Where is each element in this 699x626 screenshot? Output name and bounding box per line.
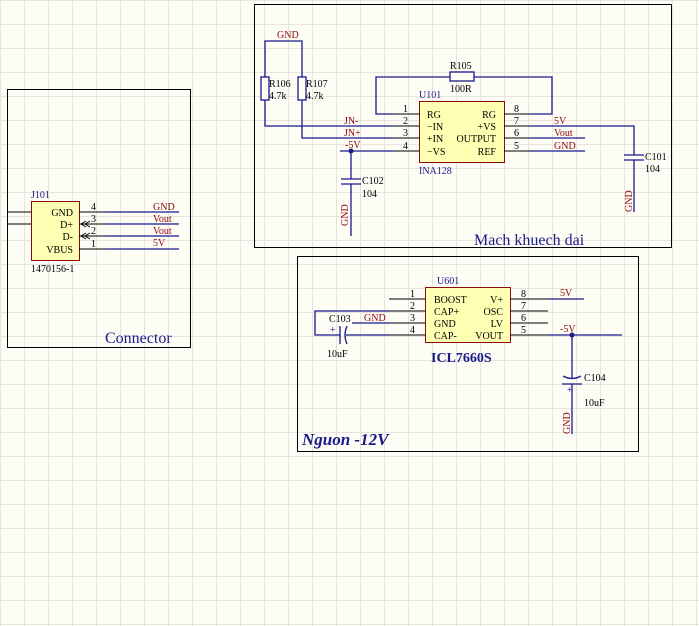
net-label: 5V (560, 288, 573, 299)
net-label: GND (364, 313, 386, 324)
pin-number: 4 (91, 202, 96, 213)
r106-value: 4.7k (269, 91, 287, 102)
pin-name: VBUS (46, 245, 73, 256)
pin-name: OSC (484, 307, 504, 318)
pin-name: BOOST (434, 295, 467, 306)
net-label: -5V (345, 140, 361, 151)
u601-component[interactable]: U601 ICL7660S BOOST CAP+ GND CAP- V+ OSC… (425, 276, 511, 366)
pin-number: 4 (403, 141, 408, 152)
pin-name: GND (51, 208, 73, 219)
c104-component[interactable]: + C104 10uF (562, 373, 606, 409)
pin-name: RG (482, 110, 496, 121)
pin-name: LV (491, 319, 504, 330)
pin-name: D- (62, 232, 73, 243)
pin-number: 3 (403, 128, 408, 139)
c104-designator: C104 (584, 373, 606, 384)
j101-designator: J101 (31, 190, 50, 201)
pin-name: D+ (60, 220, 73, 231)
power-sheet: Nguon -12V U601 ICL7660S BOOST CAP+ GND … (297, 256, 639, 452)
net-label: GND (624, 190, 635, 212)
c103-value: 10uF (327, 349, 348, 360)
pin-number: 5 (521, 325, 526, 336)
r107-designator: R107 (306, 79, 328, 90)
u601-designator: U601 (437, 276, 459, 287)
net-label: Vout (153, 226, 172, 237)
pin-number: 8 (514, 104, 519, 115)
r106-component[interactable]: R106 4.7k (260, 76, 291, 102)
pin-number: 2 (403, 116, 408, 127)
u601-part: ICL7660S (431, 351, 492, 366)
pin-name: REF (478, 147, 497, 158)
pin-number: 7 (514, 116, 519, 127)
net-label: JN- (344, 116, 358, 127)
net-label: GND (554, 141, 576, 152)
pin-name: −IN (427, 122, 443, 133)
pin-number: 5 (514, 141, 519, 152)
pin-number: 6 (521, 313, 526, 324)
net-label: GND (562, 412, 573, 434)
c101-value: 104 (645, 164, 660, 175)
pin-name: V+ (490, 295, 503, 306)
u101-component[interactable]: U101 INA128 RG −IN +IN −VS RG +VS OUTPUT… (419, 90, 505, 177)
r105-designator: R105 (450, 61, 472, 72)
pin-number: 1 (410, 289, 415, 300)
polarity-mark: + (330, 325, 336, 336)
c101-component[interactable]: C101 104 (624, 152, 667, 175)
net-label: 5V (554, 116, 567, 127)
r105-value: 100R (450, 84, 472, 95)
pin-number: 2 (410, 301, 415, 312)
j101-component[interactable]: J101 1470156-1 GND D+ D- VBUS (31, 190, 80, 275)
pin-name: −VS (427, 147, 445, 158)
pin-number: 8 (521, 289, 526, 300)
pin-number: 3 (410, 313, 415, 324)
connector-sheet: Connector J101 1470156-1 GND D+ D- VBUS … (7, 89, 191, 348)
pin-number: 2 (91, 226, 96, 237)
pin-number: 1 (91, 239, 96, 250)
net-label: -5V (560, 324, 576, 335)
r105-component[interactable]: R105 100R (449, 61, 475, 95)
c102-component[interactable]: C102 104 (341, 176, 384, 200)
polarity-mark: + (567, 385, 573, 396)
pin-name: OUTPUT (457, 134, 496, 145)
pin-name: +VS (478, 122, 496, 133)
pin-number: 1 (403, 104, 408, 115)
pin-number: 3 (91, 214, 96, 225)
j101-part: 1470156-1 (31, 264, 74, 275)
r107-value: 4.7k (306, 91, 324, 102)
pin-name: CAP+ (434, 307, 459, 318)
c101-designator: C101 (645, 152, 667, 163)
pin-name: VOUT (475, 331, 503, 342)
u101-part: INA128 (419, 166, 452, 177)
net-label: Vout (554, 128, 573, 139)
pin-name: RG (427, 110, 441, 121)
r106-designator: R106 (269, 79, 291, 90)
pin-number: 6 (514, 128, 519, 139)
c102-designator: C102 (362, 176, 384, 187)
r107-component[interactable]: R107 4.7k (297, 76, 328, 102)
connector-title: Connector (105, 330, 172, 347)
pin-name: +IN (427, 134, 443, 145)
net-label: GND (340, 204, 351, 226)
net-label: Vout (153, 214, 172, 225)
amplifier-title: Mach khuech dai (474, 232, 585, 249)
amplifier-sheet: Mach khuech dai GND R106 4.7k R107 4.7k … (254, 4, 672, 249)
net-label: JN+ (344, 128, 361, 139)
net-label: 5V (153, 238, 166, 249)
u101-designator: U101 (419, 90, 441, 101)
pin-name: GND (434, 319, 456, 330)
schematic-canvas[interactable]: Connector J101 1470156-1 GND D+ D- VBUS … (0, 0, 699, 626)
power-title: Nguon -12V (301, 430, 390, 449)
c103-component[interactable]: + C103 10uF (327, 314, 351, 360)
pin-name: CAP- (434, 331, 457, 342)
pin-number: 4 (410, 325, 415, 336)
c103-designator: C103 (329, 314, 351, 325)
c104-value: 10uF (584, 398, 605, 409)
c102-value: 104 (362, 189, 377, 200)
net-label: GND (277, 30, 299, 41)
pin-number: 7 (521, 301, 526, 312)
net-label: GND (153, 202, 175, 213)
